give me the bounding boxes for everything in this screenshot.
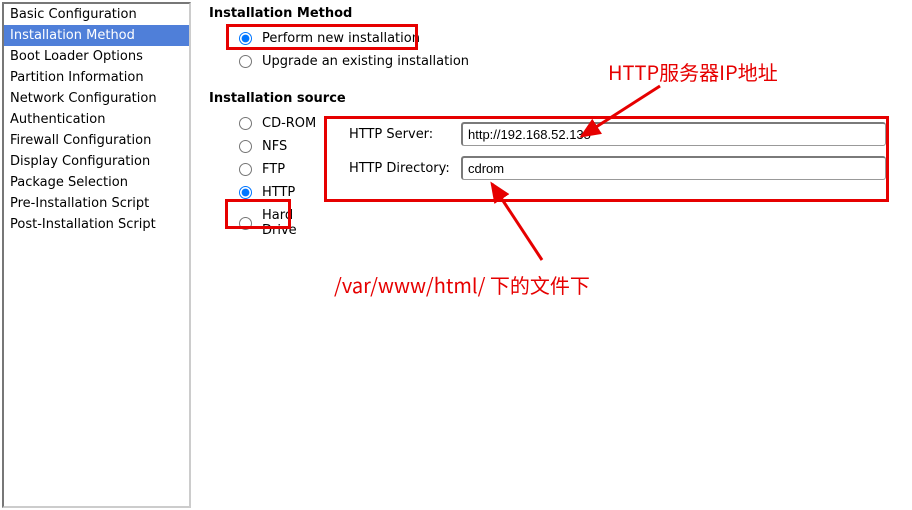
radio-upgrade-existing-installation[interactable]: Upgrade an existing installation — [209, 50, 902, 73]
radio-perform-new-installation-label: Perform new installation — [262, 31, 420, 46]
radio-perform-new-installation[interactable]: Perform new installation — [209, 27, 902, 50]
sidebar-item-boot-loader-options[interactable]: Boot Loader Options — [4, 46, 189, 67]
radio-source-ftp-label: FTP — [262, 162, 285, 177]
radio-source-http-label: HTTP — [262, 185, 295, 200]
radio-source-nfs[interactable]: NFS — [209, 135, 329, 158]
sidebar: Basic Configuration Installation Method … — [2, 2, 191, 508]
radio-source-cdrom-input[interactable] — [239, 117, 252, 130]
sidebar-item-post-installation-script[interactable]: Post-Installation Script — [4, 214, 189, 235]
installation-method-heading: Installation Method — [209, 6, 902, 21]
radio-perform-new-installation-input[interactable] — [239, 32, 252, 45]
http-directory-input[interactable] — [461, 156, 886, 180]
sidebar-item-installation-method[interactable]: Installation Method — [4, 25, 189, 46]
http-form-panel: HTTP Server: HTTP Directory: — [337, 112, 898, 204]
radio-upgrade-existing-installation-label: Upgrade an existing installation — [262, 54, 469, 69]
sidebar-item-display-configuration[interactable]: Display Configuration — [4, 151, 189, 172]
radio-source-hard-drive-label: Hard Drive — [262, 208, 329, 238]
radio-source-ftp-input[interactable] — [239, 163, 252, 176]
sidebar-item-pre-installation-script[interactable]: Pre-Installation Script — [4, 193, 189, 214]
sidebar-item-partition-information[interactable]: Partition Information — [4, 67, 189, 88]
sidebar-item-network-configuration[interactable]: Network Configuration — [4, 88, 189, 109]
radio-source-ftp[interactable]: FTP — [209, 158, 329, 181]
radio-source-nfs-label: NFS — [262, 139, 287, 154]
main-panel: Installation Method Perform new installa… — [193, 0, 912, 510]
radio-source-http[interactable]: HTTP — [209, 181, 329, 204]
sidebar-item-package-selection[interactable]: Package Selection — [4, 172, 189, 193]
radio-source-hard-drive[interactable]: Hard Drive — [209, 204, 329, 242]
installation-source-heading: Installation source — [209, 91, 902, 106]
radio-source-hard-drive-input[interactable] — [239, 217, 252, 230]
radio-source-http-input[interactable] — [239, 186, 252, 199]
sidebar-item-firewall-configuration[interactable]: Firewall Configuration — [4, 130, 189, 151]
radio-upgrade-existing-installation-input[interactable] — [239, 55, 252, 68]
radio-source-cdrom[interactable]: CD-ROM — [209, 112, 329, 135]
http-server-input[interactable] — [461, 122, 886, 146]
http-directory-label: HTTP Directory: — [349, 161, 461, 176]
http-server-label: HTTP Server: — [349, 127, 461, 142]
sidebar-item-basic-configuration[interactable]: Basic Configuration — [4, 4, 189, 25]
radio-source-nfs-input[interactable] — [239, 140, 252, 153]
sidebar-item-authentication[interactable]: Authentication — [4, 109, 189, 130]
radio-source-cdrom-label: CD-ROM — [262, 116, 316, 131]
